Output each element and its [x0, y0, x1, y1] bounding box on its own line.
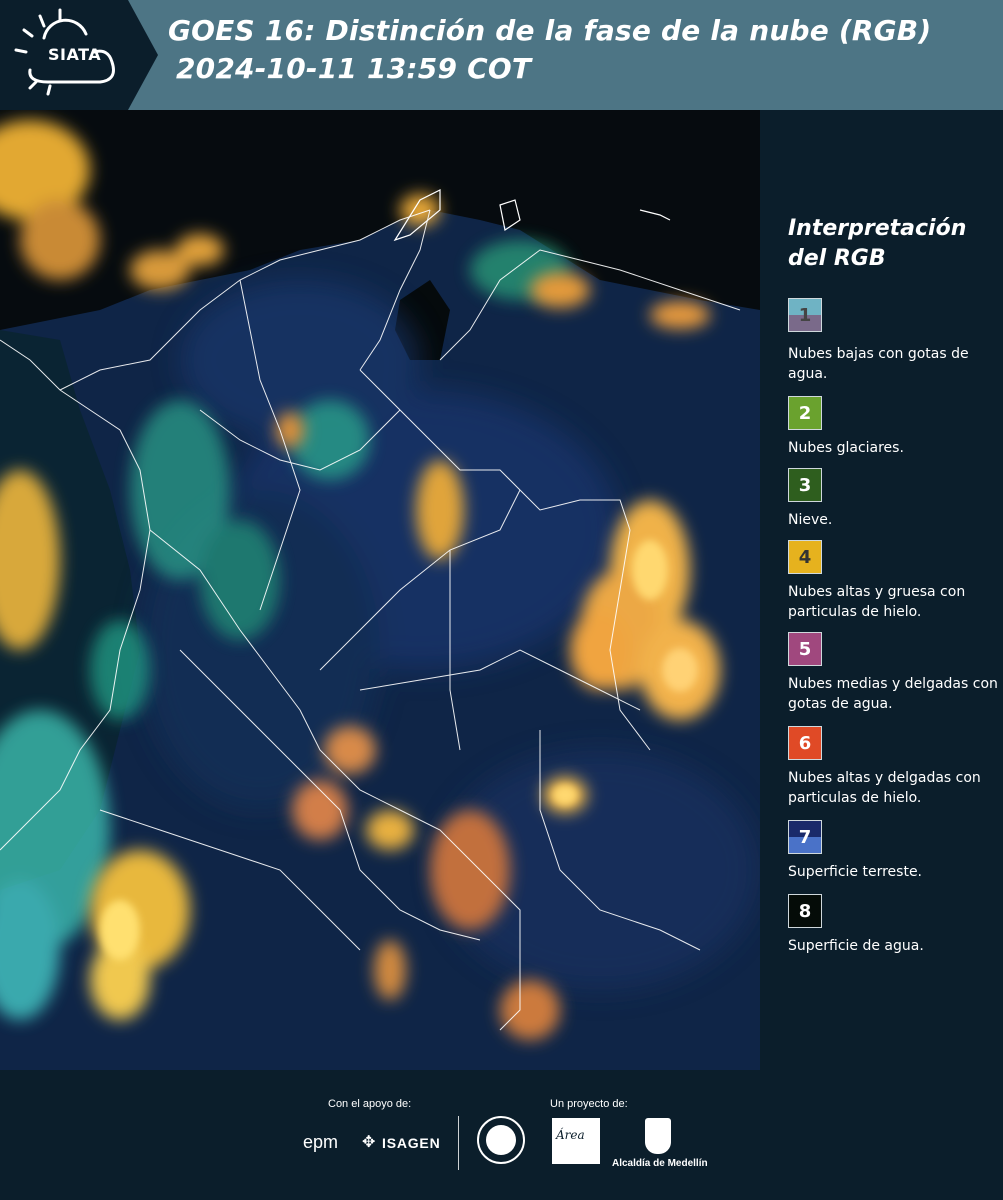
alcaldia-label: Alcaldía de Medellín [612, 1158, 708, 1169]
legend-label-3: Nieve. [788, 512, 833, 528]
legend-number-1: 1 [798, 304, 812, 326]
legend-swatch-4: 4 [788, 540, 822, 574]
shield-icon [645, 1118, 671, 1154]
isagen-icon: ✥ [362, 1132, 376, 1151]
satellite-map [0, 110, 760, 1070]
legend-panel: Interpretación del RGB 1 Nubes bajas con… [760, 110, 1003, 1070]
legend-number-4: 4 [798, 546, 812, 568]
legend-swatch-1: 1 [788, 298, 822, 332]
legend-label-1: Nubes bajas con gotas de agua. [788, 346, 969, 382]
legend-title: Interpretación del RGB [788, 216, 967, 271]
isagen-logo: ISAGEN [382, 1135, 441, 1151]
legend-swatch-8: 8 [788, 894, 822, 928]
page-timestamp: 2024-10-11 13:59 COT [176, 52, 532, 85]
legend-label-2: Nubes glaciares. [788, 440, 904, 456]
legend-number-2: 2 [798, 402, 812, 424]
legend-number-8: 8 [798, 900, 812, 922]
footer: Con el apoyo de: Un proyecto de: epm ✥ I… [0, 1070, 1003, 1200]
support-label: Con el apoyo de: [328, 1098, 412, 1110]
legend-swatch-3: 3 [788, 468, 822, 502]
seal-icon [477, 1116, 525, 1164]
legend-swatch-5: 5 [788, 632, 822, 666]
legend-label-7: Superficie terreste. [788, 864, 923, 880]
legend-label-5: Nubes medias y delgadas con gotas de agu… [788, 676, 998, 712]
legend-number-7: 7 [798, 826, 812, 848]
siata-logo: SIATA [0, 0, 128, 110]
legend-label-8: Superficie de agua. [788, 938, 924, 954]
epm-logo: epm [303, 1132, 339, 1152]
legend-number-3: 3 [798, 474, 812, 496]
header: SIATA GOES 16: Distinción de la fase de … [0, 0, 1003, 110]
legend-swatch-7: 7 [788, 820, 822, 854]
legend-swatch-6: 6 [788, 726, 822, 760]
legend-number-6: 6 [798, 732, 812, 754]
page-title: GOES 16: Distinción de la fase de la nub… [168, 14, 932, 47]
map-image [0, 110, 760, 1070]
header-chevron [128, 0, 158, 110]
legend-number-5: 5 [798, 638, 812, 660]
project-label: Un proyecto de: [550, 1098, 628, 1110]
legend-swatch-2: 2 [788, 396, 822, 430]
legend-label-4: Nubes altas y gruesa con particulas de h… [788, 584, 966, 620]
logo-text: SIATA [48, 45, 102, 64]
legend-label-6: Nubes altas y delgadas con particulas de… [788, 770, 981, 806]
footer-divider [458, 1116, 459, 1170]
area-logo-text: Área [556, 1128, 585, 1142]
